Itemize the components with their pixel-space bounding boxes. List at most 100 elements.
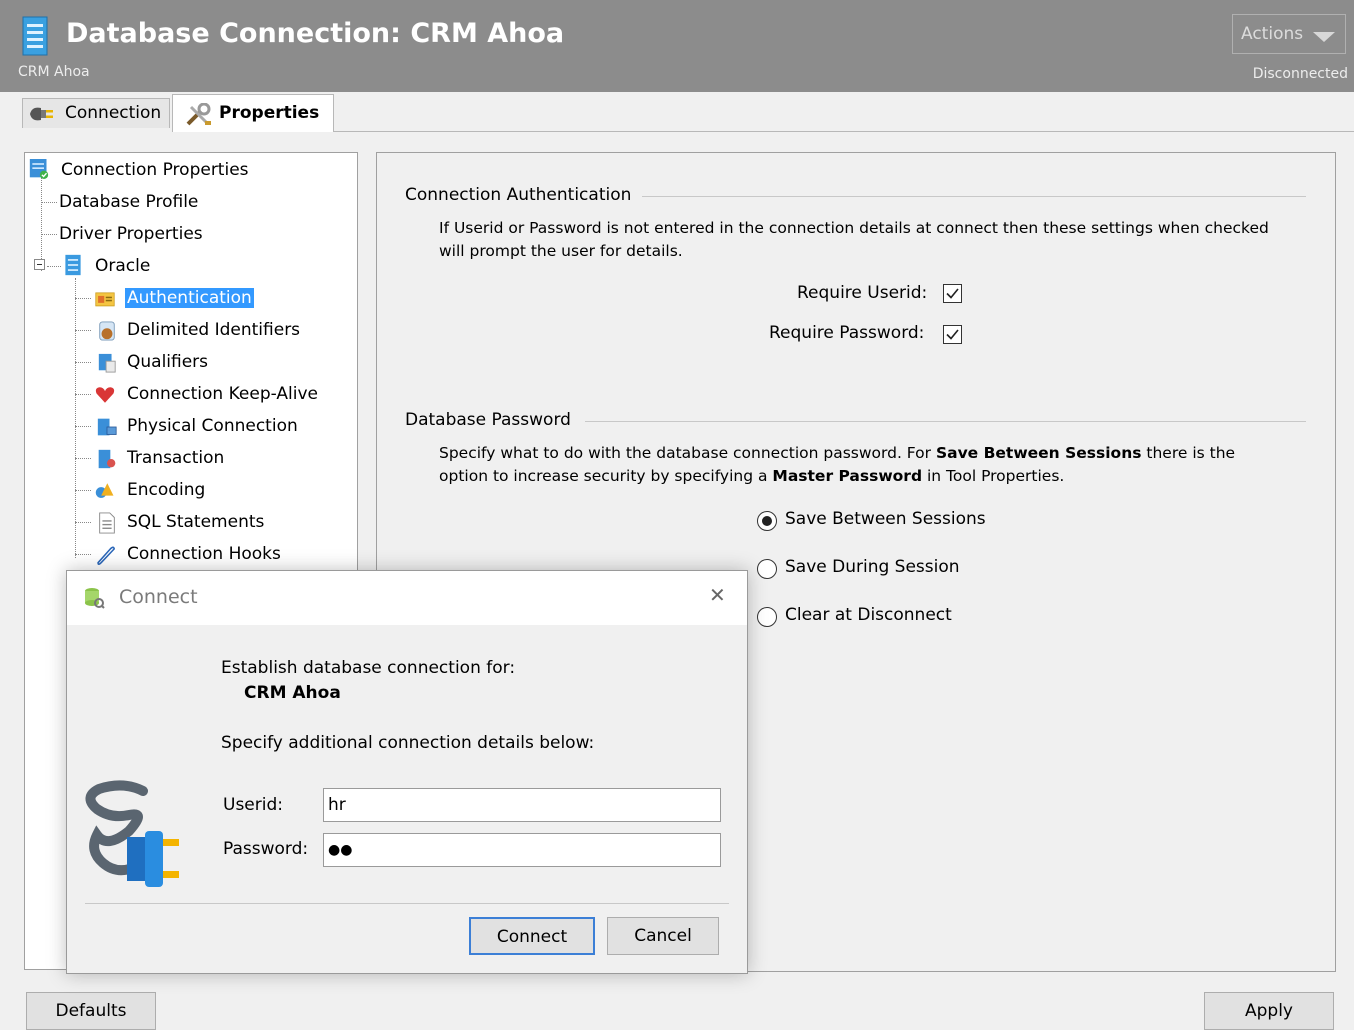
apply-button[interactable]: Apply [1204, 992, 1334, 1030]
radio-label: Save During Session [785, 557, 960, 577]
plug-icon [30, 107, 53, 121]
tools-icon [186, 103, 211, 126]
tree-item-label: Encoding [127, 480, 206, 500]
tree-connector [75, 522, 91, 523]
radio-save-during-session[interactable] [757, 559, 777, 579]
tree-item-label: Connection Keep-Alive [127, 384, 318, 404]
window-header: Database Connection: CRM Ahoa CRM Ahoa D… [0, 0, 1354, 92]
heart-icon [95, 387, 115, 403]
tree-item-label: Driver Properties [59, 224, 203, 244]
database-connect-icon [85, 588, 105, 609]
desc-text: option to increase security by specifyin… [439, 467, 773, 485]
tab-bar: Connection Properties [0, 92, 1354, 132]
tab-connection-label: Connection [65, 103, 162, 123]
tree-item-label: Database Profile [59, 192, 199, 212]
establish-text: Establish database connection for: [221, 658, 516, 678]
tree-item-label: Oracle [95, 256, 151, 276]
tree-item-label: Authentication [125, 288, 254, 308]
auth-description: If Userid or Password is not entered in … [439, 217, 1309, 263]
radio-label: Clear at Disconnect [785, 605, 952, 625]
auth-section-title: Connection Authentication [405, 185, 632, 205]
require-userid-label: Require Userid: [797, 283, 928, 303]
tree-connector [75, 330, 91, 331]
connection-name: CRM Ahoa [244, 683, 341, 703]
checkmark-icon [946, 288, 959, 299]
specify-text: Specify additional connection details be… [221, 733, 595, 753]
plug-icon [85, 780, 179, 887]
database-icon [22, 16, 48, 56]
tree-connector [75, 554, 91, 555]
require-userid-checkbox[interactable] [943, 284, 962, 303]
server-icon [97, 418, 117, 436]
tree-connector [75, 278, 76, 558]
tree-item-label: Physical Connection [127, 416, 298, 436]
tree-connector [75, 298, 91, 299]
userid-label: Userid: [223, 795, 283, 815]
radio-clear-at-disconnect[interactable] [757, 607, 777, 627]
tree-connector [75, 426, 91, 427]
password-input[interactable]: ●● [323, 833, 721, 867]
connection-subtitle: CRM Ahoa [18, 64, 90, 80]
tree-connector [41, 234, 57, 235]
tab-properties[interactable]: Properties [172, 94, 334, 132]
cancel-button[interactable]: Cancel [607, 917, 719, 955]
window-title: Database Connection: CRM Ahoa [66, 18, 565, 49]
tree-connector [41, 177, 42, 271]
tree-connector [75, 394, 91, 395]
dialog-titlebar[interactable]: Connect ✕ [67, 571, 747, 625]
require-userid-row: Require Userid: [797, 283, 927, 303]
connect-dialog: Connect ✕ Establish database connection … [66, 570, 748, 974]
collapse-toggle-icon[interactable] [34, 259, 45, 270]
tab-connection[interactable]: Connection [22, 98, 170, 128]
tab-divider [334, 131, 1354, 132]
require-password-label: Require Password: [769, 323, 925, 343]
qualifier-icon [98, 353, 116, 373]
auth-desc-line1: If Userid or Password is not entered in … [439, 219, 1269, 237]
tab-properties-label: Properties [219, 103, 320, 123]
id-card-icon [95, 292, 115, 307]
actions-label: Actions [1241, 24, 1304, 44]
desc-text: in Tool Properties. [922, 467, 1065, 485]
require-password-checkbox[interactable] [943, 325, 962, 344]
password-label: Password: [223, 839, 309, 859]
userid-input[interactable]: hr [323, 788, 721, 822]
tree-connector [47, 266, 61, 267]
desc-bold: Master Password [772, 467, 923, 485]
database-check-icon [29, 159, 49, 179]
checkmark-icon [946, 329, 959, 340]
dialog-divider [85, 903, 729, 904]
actions-dropdown-button[interactable]: Actions [1232, 14, 1346, 54]
desc-bold: Save Between Sessions [935, 444, 1142, 462]
close-icon[interactable]: ✕ [709, 583, 726, 607]
desc-text: there is the [1141, 444, 1236, 462]
tree-item-label: Connection Hooks [127, 544, 281, 564]
tree-item-label: Transaction [127, 448, 225, 468]
password-description: Specify what to do with the database con… [439, 442, 1309, 488]
tree-item-label: Connection Properties [61, 160, 249, 180]
password-section-title: Database Password [405, 410, 571, 430]
tree-item-label: Qualifiers [127, 352, 209, 372]
encoding-icon [95, 483, 114, 498]
desc-text: Specify what to do with the database con… [439, 444, 936, 462]
chevron-down-icon [1313, 32, 1335, 42]
radio-label: Save Between Sessions [785, 509, 986, 529]
database-icon [65, 254, 81, 276]
tree-connector [75, 490, 91, 491]
tree-connector [75, 362, 91, 363]
require-password-row: Require Password: [769, 323, 924, 343]
defaults-button[interactable]: Defaults [26, 992, 156, 1030]
tree-item-label: Delimited Identifiers [127, 320, 301, 340]
tree-connector [75, 458, 91, 459]
document-icon [99, 512, 115, 534]
connect-button[interactable]: Connect [469, 917, 595, 955]
dialog-title: Connect [119, 586, 198, 608]
section-divider [585, 421, 1306, 422]
section-divider [642, 196, 1306, 197]
transaction-icon [98, 449, 116, 469]
tree-connector [41, 202, 57, 203]
auth-desc-line2: will prompt the user for details. [439, 242, 683, 260]
link-icon [97, 546, 115, 565]
radio-save-between-sessions[interactable] [757, 511, 777, 531]
connection-status: Disconnected [1252, 66, 1348, 82]
jar-icon [99, 321, 115, 341]
